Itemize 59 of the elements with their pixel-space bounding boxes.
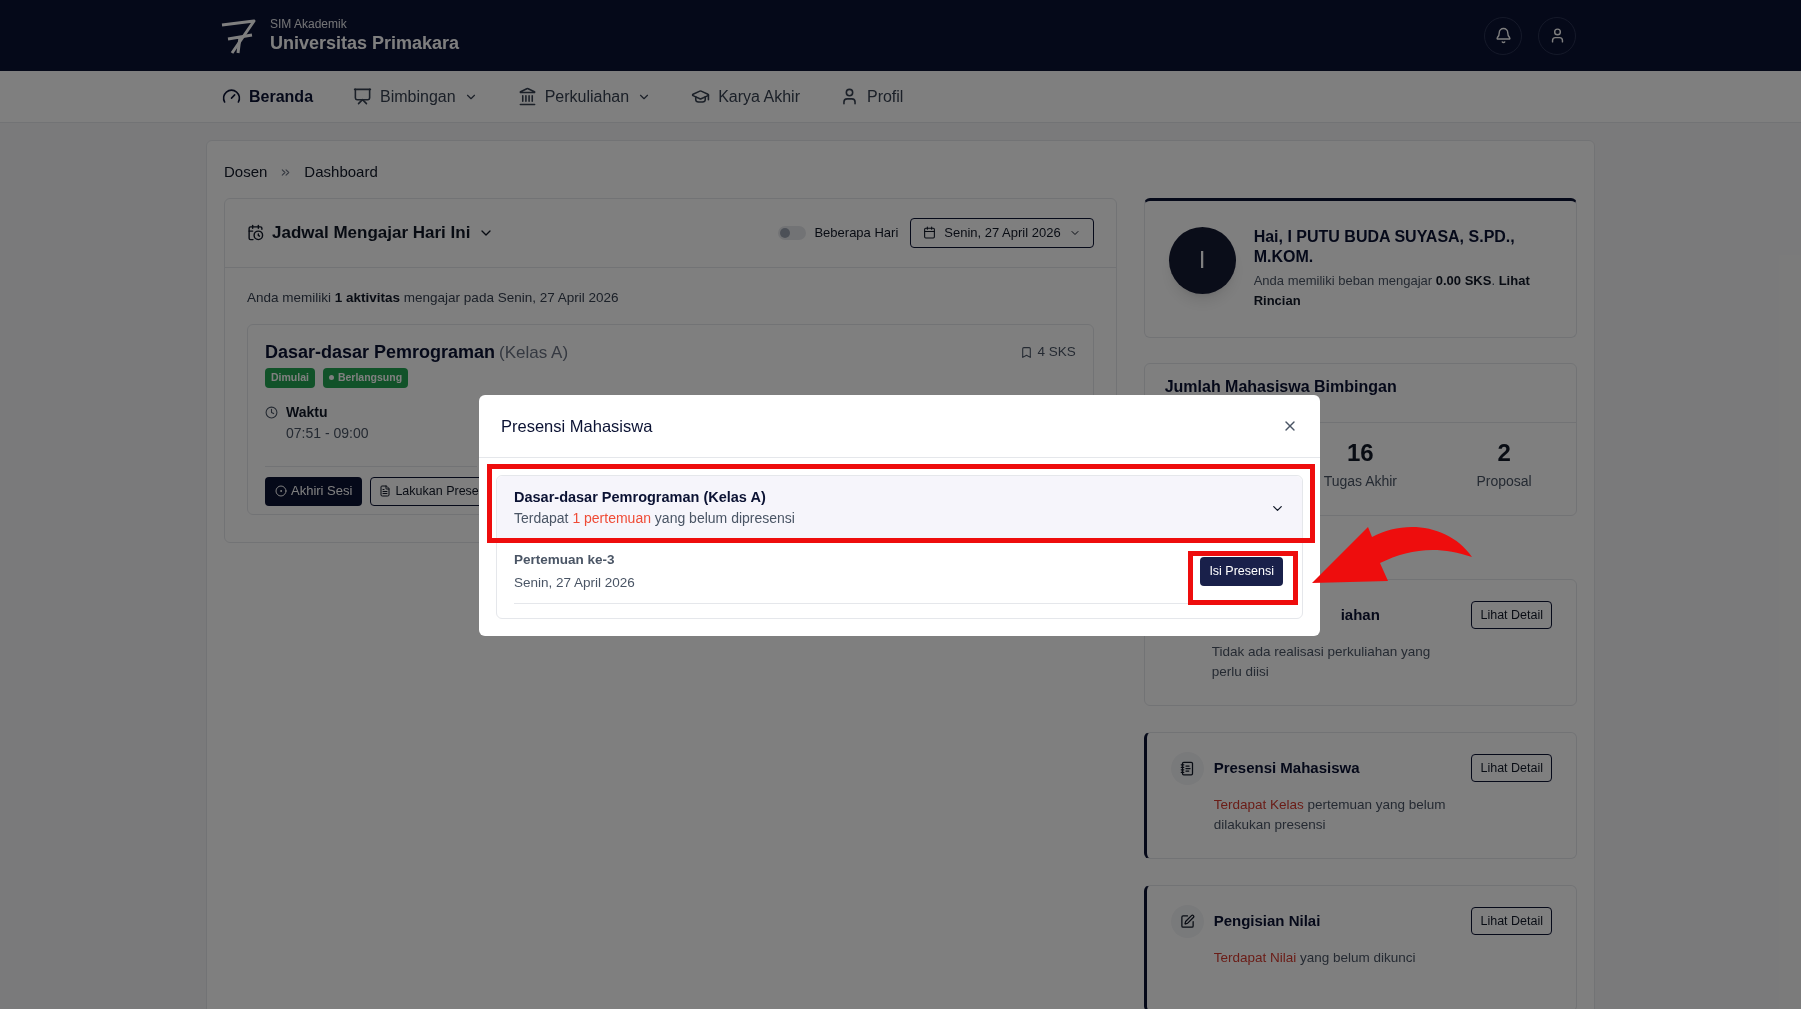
stat-label: Proposal xyxy=(1476,471,1532,491)
view-detail-button[interactable]: Lihat Detail xyxy=(1471,754,1552,782)
teaching-load-text: Anda memiliki beban mengajar 0.00 SKS. Lihat Rincian xyxy=(1253,271,1531,310)
nav-item[interactable]: Perkuliahan xyxy=(517,84,652,109)
session-date: Senin, 27 April 2026 xyxy=(514,573,635,592)
task-title: Presensi Mahasiswa xyxy=(1213,757,1360,778)
app-subtitle: SIM Akademik xyxy=(270,16,348,32)
building-icon xyxy=(517,87,537,106)
accordion-subtitle: Terdapat 1 pertemuan yang belum dipresensi xyxy=(514,509,795,529)
stat-value: 2 xyxy=(1497,440,1511,465)
easel-icon xyxy=(353,87,373,106)
end-session-button[interactable]: Akhiri Sesi xyxy=(265,476,363,506)
task-description: Terdapat Nilai yang belum dikunci xyxy=(1213,948,1417,967)
stat-value: 16 xyxy=(1346,440,1374,465)
breadcrumb-current: Dashboard xyxy=(304,162,378,182)
date-picker-button[interactable]: Senin, 27 April 2026 xyxy=(910,217,1094,248)
notebook-icon xyxy=(1179,760,1195,776)
task-description: Terdapat Kelas pertemuan yang belum dilakukan presensi xyxy=(1213,795,1446,834)
target-icon xyxy=(275,485,287,497)
calendar-icon xyxy=(923,226,937,239)
bell-icon xyxy=(1494,27,1512,44)
avatar: I xyxy=(1168,226,1236,294)
view-detail-button[interactable]: Lihat Detail xyxy=(1471,601,1552,629)
status-badge: Dimulai xyxy=(265,367,315,388)
task-description: Tidak ada realisasi perkuliahan yang perlu diisi xyxy=(1211,642,1432,681)
view-detail-button[interactable]: Lihat Detail xyxy=(1471,907,1552,935)
bookmark-icon xyxy=(1020,345,1034,359)
session-title: Pertemuan ke-3 xyxy=(514,551,616,570)
task-title: iahan xyxy=(1340,604,1380,625)
document-icon xyxy=(379,485,392,497)
schedule-title-dropdown[interactable]: Jadwal Mengajar Hari Ini xyxy=(247,219,495,246)
status-badge: Berlangsung xyxy=(322,367,409,388)
stat-label: Tugas Akhir xyxy=(1323,471,1398,491)
task-title: Pengisian Nilai xyxy=(1213,910,1321,931)
breadcrumb-link[interactable]: Dosen xyxy=(224,161,268,184)
accordion-title: Dasar-dasar Pemrograman (Kelas A) xyxy=(514,487,767,507)
accordion-header[interactable]: Dasar-dasar Pemrograman (Kelas A) Terdapat 1 pertemuan yang belum dipresensi xyxy=(497,476,1302,540)
app-title: Universitas Primakara xyxy=(270,31,460,55)
time-label: Waktu xyxy=(286,402,329,422)
calendar-clock-icon xyxy=(247,224,264,241)
toggle-switch[interactable] xyxy=(778,225,807,240)
dialog-title: Presensi Mahasiswa xyxy=(501,415,653,437)
edit-icon xyxy=(1179,913,1195,929)
toggle-label: Beberapa Hari xyxy=(814,223,899,242)
nav-item[interactable]: Bimbingan xyxy=(353,84,478,109)
nav-item[interactable]: Profil xyxy=(839,84,904,109)
course-sks: 4 SKS xyxy=(1037,343,1076,362)
course-name: Dasar-dasar Pemrograman xyxy=(265,340,496,364)
schedule-summary: Anda memiliki 1 aktivitas mengajar pada Senin, 27 April 2026 xyxy=(247,288,620,307)
nav-item[interactable]: Beranda xyxy=(222,84,314,109)
card-title: Jumlah Mahasiswa Bimbingan xyxy=(1164,376,1397,397)
gauge-icon xyxy=(222,87,241,106)
greeting: Hai, I PUTU BUDA SUYASA, S.PD., M.KOM. xyxy=(1253,226,1516,267)
graduation-cap-icon xyxy=(691,87,711,106)
fill-attendance-button[interactable]: Isi Presensi xyxy=(1200,557,1283,586)
course-class: (Kelas A) xyxy=(499,341,569,364)
time-value: 07:51 - 09:00 xyxy=(286,423,369,443)
nav-item[interactable]: Karya Akhir xyxy=(691,84,800,109)
clock-icon xyxy=(265,405,278,419)
